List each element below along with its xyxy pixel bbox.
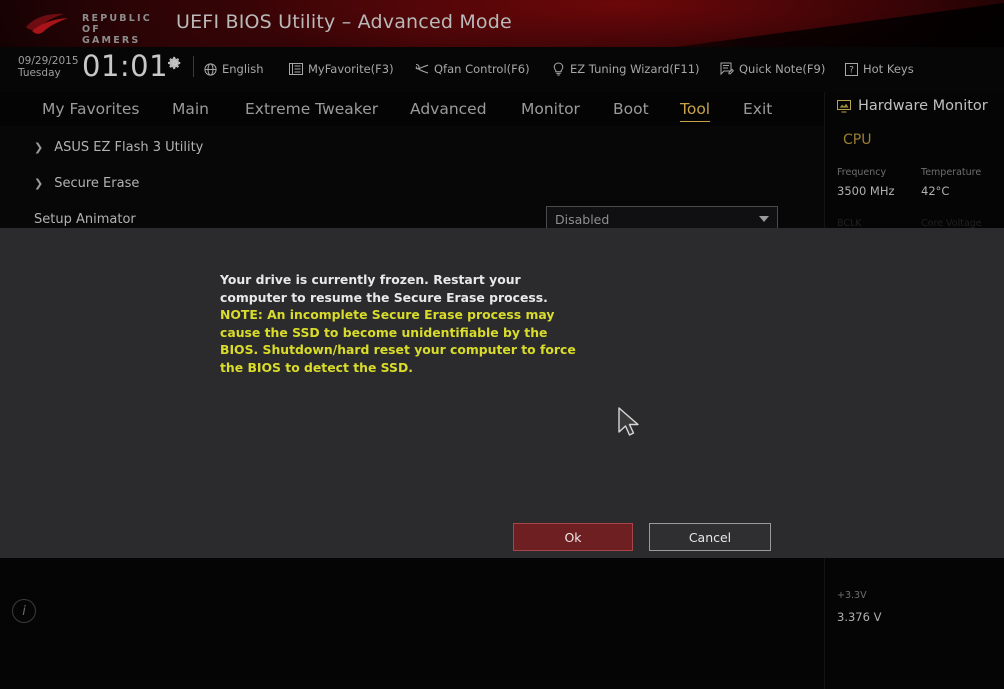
keyboard-key-icon: ? — [845, 62, 858, 76]
chevron-right-icon: ❯ — [34, 177, 44, 190]
brand-line-2: GAMERS — [82, 35, 141, 46]
menu-item-label: Secure Erase — [54, 176, 140, 191]
toolbar-item-ez-tuning-wizard[interactable]: EZ Tuning Wizard(F11) — [552, 59, 700, 79]
hwmon-group-cpu: CPU — [843, 132, 872, 148]
date-value: 09/29/2015 — [18, 55, 79, 67]
tab-extreme-tweaker[interactable]: Extreme Tweaker — [245, 92, 378, 126]
dialog-message: Your drive is currently frozen. Restart … — [220, 271, 580, 377]
toolbar-item-language[interactable]: English — [204, 59, 264, 79]
monitor-icon — [837, 99, 851, 112]
tab-boot[interactable]: Boot — [613, 92, 649, 126]
tab-tool[interactable]: Tool — [680, 92, 711, 126]
help-bar: i — [0, 558, 824, 689]
dialog-message-note: NOTE: An incomplete Secure Erase process… — [220, 307, 576, 375]
hwmon-value-3v3-rail: 3.376 V — [837, 610, 882, 624]
toolbar-item-qfan-control[interactable]: Qfan Control(F6) — [413, 59, 530, 79]
gear-icon[interactable] — [168, 56, 182, 70]
hwmon-label-temperature: Temperature — [921, 167, 982, 178]
hwmon-label-3v3-rail: +3.3V — [837, 590, 867, 601]
hwmon-label-frequency: Frequency — [837, 167, 887, 178]
lightbulb-icon — [553, 62, 564, 76]
page-title: UEFI BIOS Utility – Advanced Mode — [176, 11, 512, 33]
setup-animator-value: Disabled — [555, 211, 610, 227]
hwmon-value-temperature: 42°C — [921, 184, 950, 198]
globe-icon — [204, 62, 217, 76]
menu-item-label: ASUS EZ Flash 3 Utility — [54, 140, 204, 155]
fan-icon — [415, 63, 429, 74]
chevron-right-icon: ❯ — [34, 141, 44, 154]
hwmon-value-frequency: 3500 MHz — [837, 184, 895, 198]
modal-overlay: Your drive is currently frozen. Restart … — [0, 228, 1004, 558]
info-icon[interactable]: i — [12, 599, 36, 623]
clock-value: 01:01 — [82, 49, 169, 83]
ok-button[interactable]: Ok — [513, 523, 633, 551]
date-display: 09/29/2015 Tuesday — [18, 55, 79, 79]
bookmark-icon — [289, 63, 303, 75]
menu-item-secure-erase[interactable]: ❯ Secure Erase — [34, 176, 139, 191]
tab-main[interactable]: Main — [172, 92, 209, 126]
svg-text:?: ? — [849, 65, 854, 75]
rog-eye-icon — [26, 13, 68, 34]
toolbar-item-hot-keys[interactable]: ? Hot Keys — [845, 59, 914, 79]
tab-monitor[interactable]: Monitor — [521, 92, 580, 126]
tab-exit[interactable]: Exit — [743, 92, 772, 126]
cancel-button[interactable]: Cancel — [649, 523, 771, 551]
dialog-message-plain: Your drive is currently frozen. Restart … — [220, 272, 548, 305]
divider — [193, 56, 194, 77]
toolbar-label-hot-keys: Hot Keys — [863, 62, 914, 76]
chevron-down-icon — [759, 216, 769, 222]
toolbar-label-quick-note: Quick Note(F9) — [739, 62, 826, 76]
toolbar-item-myfavorite[interactable]: MyFavorite(F3) — [289, 59, 394, 79]
mouse-pointer-icon — [618, 407, 639, 436]
menu-item-asus-ez-flash[interactable]: ❯ ASUS EZ Flash 3 Utility — [34, 140, 203, 155]
tab-advanced[interactable]: Advanced — [410, 92, 487, 126]
menu-item-setup-animator[interactable]: Setup Animator — [34, 212, 136, 227]
toolbar-label-myfavorite: MyFavorite(F3) — [308, 62, 394, 76]
toolbar-label-ez-tuning-wizard: EZ Tuning Wizard(F11) — [570, 62, 700, 76]
weekday-value: Tuesday — [18, 67, 61, 79]
title-bar: REPUBLIC OF GAMERS UEFI BIOS Utility – A… — [0, 0, 1004, 47]
toolbar-label-language: English — [222, 62, 264, 76]
toolbar-label-qfan-control: Qfan Control(F6) — [434, 62, 530, 76]
hardware-monitor-title-label: Hardware Monitor — [858, 98, 988, 114]
info-bar: 09/29/2015 Tuesday 01:01 English MyFavor… — [0, 47, 1004, 92]
menu-item-label: Setup Animator — [34, 212, 136, 227]
note-icon — [720, 62, 734, 76]
bios-screen: REPUBLIC OF GAMERS UEFI BIOS Utility – A… — [0, 0, 1004, 689]
rog-logo: REPUBLIC OF GAMERS — [24, 9, 176, 46]
toolbar-item-quick-note[interactable]: Quick Note(F9) — [720, 59, 825, 79]
tab-my-favorites[interactable]: My Favorites — [42, 92, 140, 126]
brand-line-1: REPUBLIC OF — [82, 13, 152, 35]
hardware-monitor-title: Hardware Monitor — [837, 98, 988, 114]
